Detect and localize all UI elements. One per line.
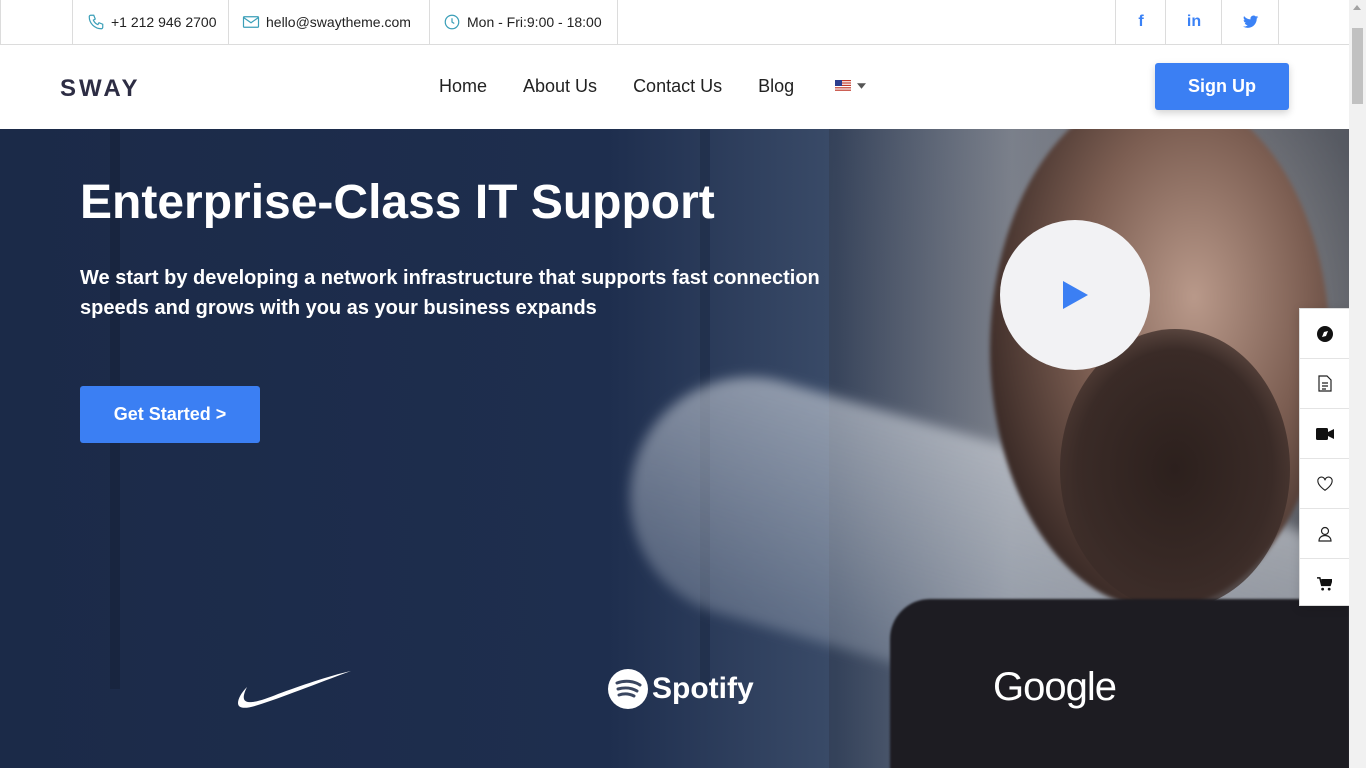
linkedin-icon: in — [1186, 13, 1202, 30]
hours-info: Mon - Fri:9:00 - 18:00 — [429, 0, 618, 44]
sign-up-button[interactable]: Sign Up — [1155, 63, 1289, 110]
video-icon — [1315, 427, 1334, 440]
sidebar-item-docs[interactable] — [1300, 359, 1349, 409]
spotify-logo: Spotify — [608, 669, 754, 709]
hero-background-beard — [1060, 329, 1290, 609]
topbar-spacer — [1, 0, 73, 44]
main-navbar: SWAY Home About Us Contact Us Blog Sign … — [0, 45, 1349, 129]
sidebar-item-favorites[interactable] — [1300, 459, 1349, 509]
email-info[interactable]: hello@swaytheme.com — [228, 0, 430, 44]
nike-logo — [238, 669, 352, 718]
document-icon — [1317, 375, 1332, 392]
phone-info[interactable]: +1 212 946 2700 — [72, 0, 229, 44]
sidebar-item-video[interactable] — [1300, 409, 1349, 459]
sidebar-item-account[interactable] — [1300, 509, 1349, 559]
facebook-icon: f — [1138, 13, 1144, 30]
nav-item-home[interactable]: Home — [439, 76, 487, 97]
page-scrollbar[interactable] — [1349, 0, 1366, 768]
scroll-thumb[interactable] — [1352, 28, 1363, 104]
chevron-down-icon — [857, 82, 866, 89]
twitter-link[interactable] — [1221, 0, 1279, 44]
spotify-wordmark: Spotify — [652, 672, 754, 705]
business-hours: Mon - Fri:9:00 - 18:00 — [467, 14, 602, 30]
nav-item-blog[interactable]: Blog — [758, 76, 794, 97]
heart-icon — [1316, 476, 1333, 491]
nav-item-about-us[interactable]: About Us — [523, 76, 597, 97]
top-info-bar: +1 212 946 2700 hello@swaytheme.com Mon … — [0, 0, 1350, 45]
scroll-up-arrow-icon[interactable] — [1353, 5, 1361, 10]
google-wordmark: Google — [993, 665, 1117, 709]
clock-icon — [444, 14, 460, 30]
phone-number: +1 212 946 2700 — [111, 14, 217, 30]
nav-menu: Home About Us Contact Us Blog — [439, 76, 794, 97]
get-started-button[interactable]: Get Started > — [80, 386, 260, 443]
google-logo: Google — [993, 665, 1117, 710]
topbar-end-spacer — [1278, 0, 1350, 44]
hero-title: Enterprise-Class IT Support — [80, 176, 715, 229]
cart-icon — [1317, 577, 1332, 591]
twitter-icon — [1242, 15, 1258, 28]
linkedin-link[interactable]: in — [1165, 0, 1222, 44]
hero-section: Enterprise-Class IT Support We start by … — [0, 129, 1349, 768]
sidebar-item-cart[interactable] — [1300, 559, 1349, 609]
nav-item-contact-us[interactable]: Contact Us — [633, 76, 722, 97]
nike-swoosh-logo — [238, 671, 351, 708]
spotify-circle-icon — [608, 669, 648, 709]
user-icon — [1317, 526, 1332, 542]
facebook-link[interactable]: f — [1115, 0, 1166, 44]
phone-icon — [88, 14, 104, 30]
mail-icon — [242, 16, 260, 28]
side-toolbar — [1299, 308, 1349, 606]
compass-icon — [1316, 325, 1333, 342]
play-video-button[interactable] — [1000, 220, 1150, 370]
sidebar-item-explore[interactable] — [1300, 309, 1349, 359]
site-logo[interactable]: SWAY — [60, 75, 140, 103]
hero-subtitle: We start by developing a network infrast… — [80, 267, 820, 319]
play-icon — [1063, 281, 1088, 309]
brand-logos: Spotify Google — [0, 665, 1349, 718]
us-flag-icon — [835, 80, 851, 91]
language-selector[interactable] — [835, 80, 866, 91]
email-address: hello@swaytheme.com — [266, 14, 411, 30]
